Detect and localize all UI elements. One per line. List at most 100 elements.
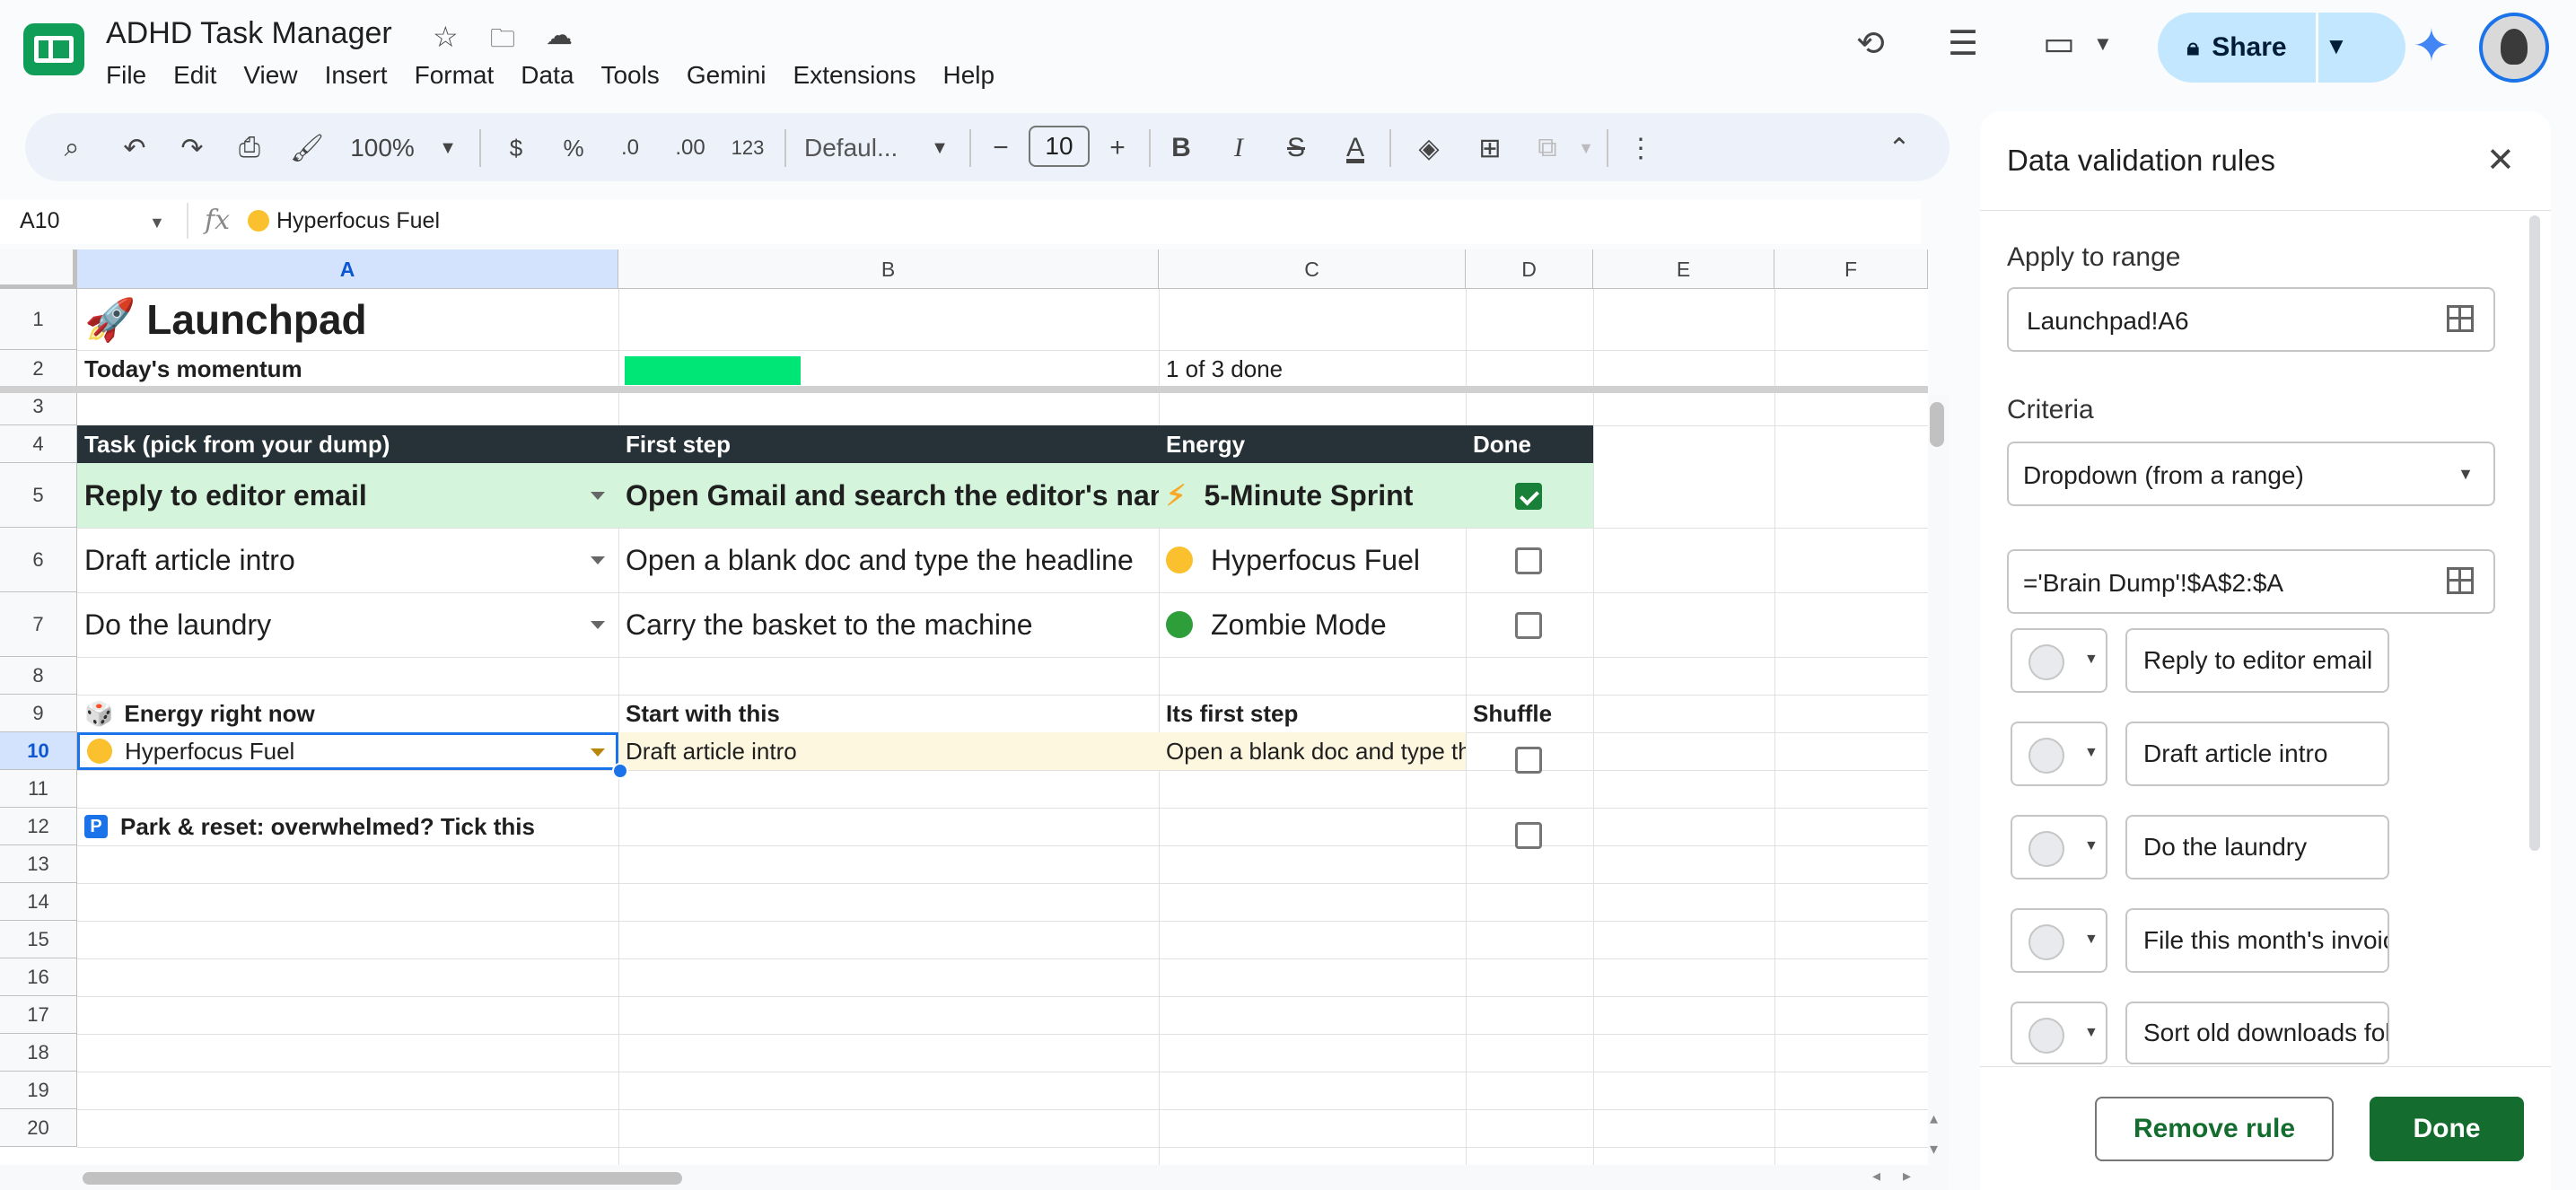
column-header-e[interactable]: E (1593, 249, 1774, 289)
option-color-picker[interactable]: ▼ (2011, 908, 2107, 973)
undo-icon[interactable]: ↶ (117, 126, 153, 171)
menu-format[interactable]: Format (415, 61, 495, 90)
column-header-d[interactable]: D (1466, 249, 1593, 289)
dropdown-chevron-icon[interactable] (591, 621, 605, 629)
panel-scrollbar[interactable] (2529, 215, 2540, 851)
energy-cell[interactable]: Zombie Mode (1159, 592, 1466, 657)
row-header[interactable]: 8 (0, 657, 77, 695)
option-color-picker[interactable]: ▼ (2011, 815, 2107, 879)
font-size-decrease-button[interactable]: − (986, 126, 1016, 171)
start-with-header-cell[interactable]: Start with this (618, 695, 1159, 732)
option-color-picker[interactable]: ▼ (2011, 722, 2107, 786)
redo-icon[interactable]: ↷ (174, 126, 210, 171)
first-step-header-cell[interactable]: First step (618, 425, 1159, 463)
row-header[interactable]: 6 (0, 528, 77, 592)
merge-cells-icon[interactable]: ⧉ (1529, 126, 1565, 171)
remove-rule-button[interactable]: Remove rule (2095, 1097, 2334, 1161)
bold-icon[interactable]: B (1165, 126, 1197, 171)
name-box-dropdown-icon[interactable]: ▼ (149, 214, 165, 232)
menu-file[interactable]: File (106, 61, 146, 90)
strikethrough-icon[interactable]: S (1280, 126, 1312, 171)
more-formats-button[interactable]: 123 (725, 126, 770, 171)
decrease-decimal-button[interactable]: .0 (610, 126, 650, 171)
row-header[interactable]: 17 (0, 996, 77, 1034)
row-header[interactable]: 2 (0, 350, 77, 388)
menu-extensions[interactable]: Extensions (793, 61, 916, 90)
name-box[interactable]: A10 (20, 208, 59, 234)
first-step-cell[interactable]: Carry the basket to the machine (618, 592, 1159, 657)
task-cell[interactable]: Do the laundry (77, 592, 618, 657)
comments-icon[interactable]: ☰ (1948, 23, 1978, 64)
row-header[interactable]: 15 (0, 921, 77, 958)
meet-dropdown-icon[interactable]: ▼ (2093, 32, 2113, 56)
gemini-sparkle-icon[interactable]: ✦ (2413, 20, 2450, 72)
energy-cell[interactable]: Hyperfocus Fuel (1159, 528, 1466, 592)
apply-to-range-field[interactable]: Launchpad!A6 (2007, 287, 2495, 352)
row-header[interactable]: 3 (0, 388, 77, 425)
font-size-input[interactable]: 10 (1029, 126, 1090, 167)
menu-view[interactable]: View (243, 61, 297, 90)
font-select[interactable]: Defaul... (804, 126, 912, 171)
select-range-icon[interactable] (2447, 305, 2474, 332)
shuffle-header-cell[interactable]: Shuffle (1466, 695, 1593, 732)
font-dropdown-icon[interactable]: ▼ (926, 126, 953, 171)
option-item[interactable]: Draft article intro (2125, 722, 2389, 786)
row-header[interactable]: 7 (0, 592, 77, 657)
row-header[interactable]: 5 (0, 463, 77, 528)
option-item[interactable]: Do the laundry (2125, 815, 2389, 879)
close-icon[interactable]: ✕ (2486, 140, 2515, 180)
zoom-select[interactable]: 100% (346, 126, 418, 171)
task-header-cell[interactable]: Task (pick from your dump) (77, 425, 618, 463)
vertical-scrollbar[interactable] (1930, 402, 1944, 447)
row-header[interactable]: 11 (0, 770, 77, 808)
park-reset-cell[interactable]: P Park & reset: overwhelmed? Tick this (77, 808, 618, 845)
search-menus-icon[interactable]: ⌕ (54, 126, 90, 171)
done-checkbox[interactable] (1515, 547, 1542, 574)
borders-icon[interactable]: ⊞ (1472, 126, 1508, 171)
row-header[interactable]: 19 (0, 1072, 77, 1109)
menu-help[interactable]: Help (942, 61, 994, 90)
spreadsheet-grid[interactable]: A B C D E F 1 2 3 4 5 6 7 8 9 10 11 12 1… (0, 249, 1928, 1165)
more-options-icon[interactable]: ⋮ (1625, 126, 1657, 171)
font-size-increase-button[interactable]: + (1102, 126, 1133, 171)
percent-format-button[interactable]: % (558, 126, 589, 171)
avatar[interactable] (2479, 13, 2549, 83)
scroll-up-icon[interactable]: ▴ (1930, 1109, 1938, 1128)
select-range-icon[interactable] (2447, 567, 2474, 594)
column-header-a[interactable]: A (77, 249, 618, 289)
row-header[interactable]: 9 (0, 695, 77, 732)
energy-now-selected-cell[interactable]: Hyperfocus Fuel (77, 732, 618, 770)
energy-header-cell[interactable]: Energy (1159, 425, 1466, 463)
column-header-c[interactable]: C (1159, 249, 1466, 289)
increase-decimal-button[interactable]: .00 (668, 126, 713, 171)
done-checkbox[interactable] (1515, 483, 1542, 510)
option-item[interactable]: File this month's invoices (2125, 908, 2389, 973)
move-folder-icon[interactable]: 🗀 (490, 20, 515, 63)
row-header[interactable]: 18 (0, 1034, 77, 1072)
scroll-left-icon[interactable]: ◂ (1872, 1167, 1880, 1186)
momentum-label-cell[interactable]: Today's momentum (77, 350, 618, 388)
task-cell[interactable]: Draft article intro (77, 528, 618, 592)
scroll-right-icon[interactable]: ▸ (1903, 1167, 1911, 1186)
sheets-logo-icon[interactable] (23, 23, 84, 75)
option-item[interactable]: Sort old downloads folder (2125, 1002, 2389, 1064)
italic-icon[interactable]: I (1222, 126, 1255, 171)
row-header[interactable]: 12 (0, 808, 77, 845)
menu-tools[interactable]: Tools (600, 61, 659, 90)
cloud-status-icon[interactable]: ☁ (546, 20, 573, 51)
range-formula-field[interactable]: ='Brain Dump'!$A$2:$A (2007, 549, 2495, 614)
dropdown-chevron-icon[interactable] (591, 748, 605, 757)
row-header[interactable]: 14 (0, 883, 77, 921)
merge-dropdown-icon[interactable]: ▼ (1573, 126, 1599, 171)
row-header[interactable]: 16 (0, 958, 77, 996)
row-header[interactable]: 10 (0, 732, 77, 770)
row-header[interactable]: 20 (0, 1109, 77, 1147)
document-title[interactable]: ADHD Task Manager (106, 16, 392, 51)
row-header[interactable]: 4 (0, 425, 77, 463)
done-checkbox[interactable] (1515, 612, 1542, 639)
scroll-down-icon[interactable]: ▾ (1930, 1140, 1938, 1159)
energy-cell[interactable]: ⚡︎ 5-Minute Sprint (1159, 463, 1466, 528)
horizontal-scrollbar[interactable] (83, 1172, 682, 1185)
done-button[interactable]: Done (2370, 1097, 2524, 1161)
zoom-dropdown-icon[interactable]: ▼ (434, 126, 461, 171)
